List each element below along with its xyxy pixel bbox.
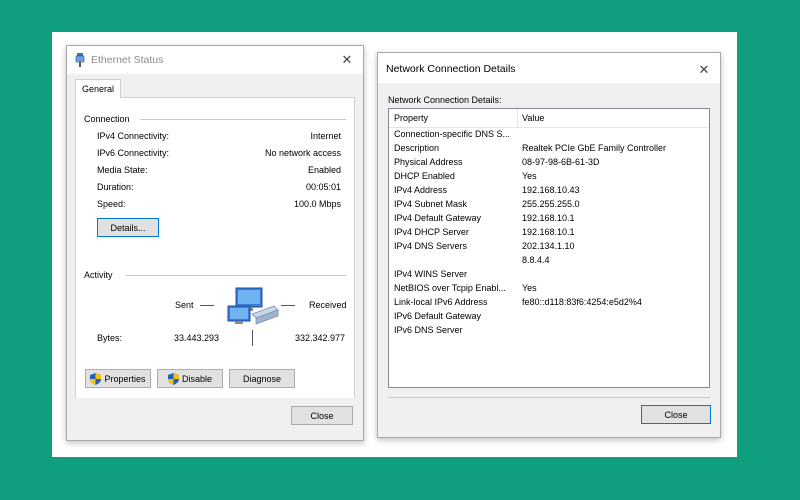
property-cell: IPv6 DNS Server	[394, 325, 463, 335]
ipv6-connectivity-label: IPv6 Connectivity:	[97, 148, 170, 158]
list-item[interactable]: IPv4 Default Gateway 192.168.10.1	[389, 211, 709, 225]
property-cell: DHCP Enabled	[394, 171, 455, 181]
bytes-received-value: 332.342.977	[295, 333, 346, 343]
diagnose-button[interactable]: Diagnose	[229, 369, 295, 388]
disable-button-label: Disable	[181, 373, 212, 384]
property-cell: IPv4 Default Gateway	[394, 213, 482, 223]
value-cell: 08-97-98-6B-61-3D	[522, 157, 600, 167]
duration-label: Duration:	[97, 182, 134, 192]
ethernet-plug-icon	[75, 53, 85, 67]
sent-label: Sent	[175, 300, 194, 310]
value-cell: 255.255.255.0	[522, 199, 580, 209]
ethernet-status-window: Ethernet Status ✕ General Connection IPv…	[66, 45, 364, 441]
activity-heading: Activity	[84, 270, 117, 280]
list-header: Property Value	[389, 109, 709, 128]
media-state-label: Media State:	[97, 165, 148, 175]
details-button-label: Details...	[110, 222, 146, 233]
list-item[interactable]: IPv4 Address 192.168.10.43	[389, 183, 709, 197]
disable-button[interactable]: Disable	[157, 369, 223, 388]
general-tab-panel: Connection IPv4 Connectivity: Internet I…	[75, 97, 355, 399]
close-icon[interactable]: ✕	[694, 60, 714, 80]
title-bar[interactable]: Ethernet Status ✕	[67, 46, 363, 74]
window-title: Ethernet Status	[91, 54, 164, 66]
properties-button[interactable]: Properties	[85, 369, 151, 388]
diagnose-button-label: Diagnose	[242, 373, 282, 384]
received-label: Received	[309, 300, 347, 310]
property-cell: Description	[394, 143, 440, 153]
properties-button-label: Properties	[104, 373, 146, 384]
list-item[interactable]: Description Realtek PCIe GbE Family Cont…	[389, 141, 709, 155]
list-item[interactable]: IPv4 Subnet Mask 255.255.255.0	[389, 197, 709, 211]
list-item[interactable]: Physical Address 08-97-98-6B-61-3D	[389, 155, 709, 169]
list-item[interactable]: NetBIOS over Tcpip Enabl... Yes	[389, 281, 709, 295]
list-item[interactable]: IPv4 DNS Servers 202.134.1.10	[389, 239, 709, 253]
property-cell: Connection-specific DNS S...	[394, 129, 511, 139]
close-button-label: Close	[310, 410, 334, 421]
sent-line	[200, 305, 214, 306]
value-cell: Realtek PCIe GbE Family Controller	[522, 143, 667, 153]
close-button-label: Close	[664, 409, 688, 420]
value-cell: 192.168.10.43	[522, 185, 580, 195]
value-cell: 192.168.10.1	[522, 227, 575, 237]
divider	[388, 397, 710, 398]
property-cell: IPv6 Default Gateway	[394, 311, 482, 321]
network-connection-details-window: Network Connection Details ✕ Network Con…	[377, 52, 721, 438]
speed-label: Speed:	[97, 199, 126, 209]
property-cell: Link-local IPv6 Address	[394, 297, 488, 307]
close-button[interactable]: Close	[291, 406, 353, 425]
network-computers-icon	[227, 287, 279, 325]
value-cell: Yes	[522, 283, 537, 293]
details-list[interactable]: Property Value Connection-specific DNS S…	[388, 108, 710, 388]
list-item[interactable]: IPv6 DNS Server	[389, 323, 709, 337]
column-header-property[interactable]: Property	[394, 113, 428, 123]
details-button[interactable]: Details...	[97, 218, 159, 237]
property-cell: IPv4 Address	[394, 185, 448, 195]
title-bar[interactable]: Network Connection Details ✕	[378, 53, 720, 83]
ipv6-connectivity-value: No network access	[264, 148, 341, 158]
bytes-sent-value: 33.443.293	[174, 333, 220, 343]
list-item[interactable]: Link-local IPv6 Address fe80::d118:83f6:…	[389, 295, 709, 309]
property-cell: Physical Address	[394, 157, 463, 167]
close-button[interactable]: Close	[641, 405, 711, 424]
value-cell: 8.8.4.4	[522, 255, 550, 265]
list-item[interactable]: Connection-specific DNS S...	[389, 127, 709, 141]
close-icon[interactable]: ✕	[337, 50, 357, 70]
details-label: Network Connection Details:	[388, 95, 502, 105]
divider	[126, 275, 346, 276]
property-cell: NetBIOS over Tcpip Enabl...	[394, 283, 506, 293]
ipv4-connectivity-label: IPv4 Connectivity:	[97, 131, 170, 141]
ipv4-connectivity-value: Internet	[310, 131, 341, 141]
bytes-label: Bytes:	[97, 333, 123, 343]
property-cell: IPv4 DHCP Server	[394, 227, 469, 237]
value-cell: 202.134.1.10	[522, 241, 575, 251]
property-cell: IPv4 DNS Servers	[394, 241, 468, 251]
column-divider[interactable]	[517, 109, 518, 127]
list-item[interactable]: 8.8.4.4	[389, 253, 709, 267]
list-item[interactable]: IPv4 DHCP Server 192.168.10.1	[389, 225, 709, 239]
received-line	[281, 305, 295, 306]
connection-heading: Connection	[84, 114, 134, 124]
value-cell: fe80::d118:83f6:4254:e5d2%4	[522, 297, 642, 307]
duration-value: 00:05:01	[305, 182, 341, 192]
list-item[interactable]: DHCP Enabled Yes	[389, 169, 709, 183]
button-bar: Close	[67, 398, 363, 440]
value-cell: Yes	[522, 171, 537, 181]
window-title: Network Connection Details	[386, 63, 516, 75]
tab-general[interactable]: General	[75, 79, 121, 98]
speed-value: 100.0 Mbps	[293, 199, 341, 209]
list-item[interactable]: IPv6 Default Gateway	[389, 309, 709, 323]
property-cell: IPv4 WINS Server	[394, 269, 468, 279]
divider	[140, 119, 346, 120]
uac-shield-icon	[90, 372, 102, 385]
value-cell: 192.168.10.1	[522, 213, 575, 223]
property-cell: IPv4 Subnet Mask	[394, 199, 468, 209]
uac-shield-icon	[167, 372, 179, 385]
column-header-value[interactable]: Value	[522, 113, 544, 123]
activity-divider	[252, 330, 253, 346]
list-item[interactable]: IPv4 WINS Server	[389, 267, 709, 281]
media-state-value: Enabled	[307, 165, 341, 175]
